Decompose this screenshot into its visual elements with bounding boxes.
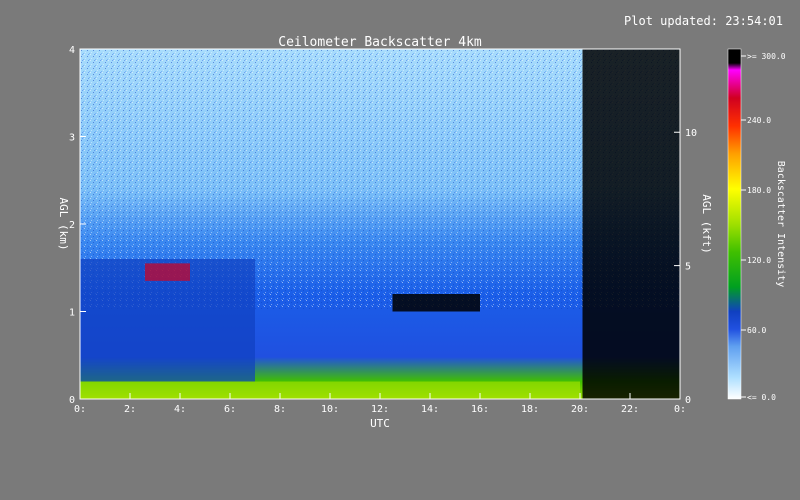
colorbar-tick-label: 120.0 (747, 256, 771, 265)
colorbar-label: Backscatter Intensity (775, 161, 786, 287)
colorbar-tick-label: <= 0.0 (747, 393, 776, 402)
x-tick-label: 8: (274, 404, 286, 415)
y-tick-label: 4 (69, 45, 75, 56)
plot-updated-text: Plot updated: 23:54:01 (624, 14, 783, 28)
heatmap-region (145, 263, 190, 281)
y-right-tick-label: 5 (685, 262, 691, 273)
colorbar-tick-label: >= 300.0 (747, 52, 786, 61)
heatmap-region (392, 294, 480, 312)
x-tick-label: 22: (621, 404, 639, 415)
colorbar: >= 300.0 240.0 180.0 120.0 60.0 <= 0.0 Backsc… (727, 48, 786, 402)
x-tick-label: 0: (74, 404, 86, 415)
heatmap-region (582, 49, 680, 399)
x-axis-label: UTC (370, 417, 390, 430)
x-tick-label: 18: (521, 404, 539, 415)
colorbar-tick-label: 60.0 (747, 326, 766, 335)
x-tick-label: 6: (224, 404, 236, 415)
plot-area (79, 48, 681, 400)
x-tick-label: 16: (471, 404, 489, 415)
x-tick-label: 14: (421, 404, 439, 415)
chart-title: Ceilometer Backscatter 4km (278, 35, 482, 50)
ceilometer-figure: Plot updated: 23:54:01 Ceilometer Backsc… (57, 14, 786, 430)
x-tick-label: 4: (174, 404, 186, 415)
y-right-tick-label: 10 (685, 128, 697, 139)
x-tick-label: 12: (371, 404, 389, 415)
x-tick-label: 2: (124, 404, 136, 415)
y-right-tick-label: 0 (685, 395, 691, 406)
colorbar-tick-label: 240.0 (747, 116, 771, 125)
y-axis-right-label: AGL (kft) (700, 194, 713, 254)
colorbar-scale (727, 48, 742, 400)
y-tick-label: 0 (69, 395, 75, 406)
y-tick-label: 1 (69, 308, 75, 319)
colorbar-tick-label: 180.0 (747, 186, 771, 195)
x-tick-label: 20: (571, 404, 589, 415)
y-tick-label: 3 (69, 133, 75, 144)
y-axis-left-label: AGL (km) (57, 198, 70, 251)
x-tick-label: 10: (321, 404, 339, 415)
